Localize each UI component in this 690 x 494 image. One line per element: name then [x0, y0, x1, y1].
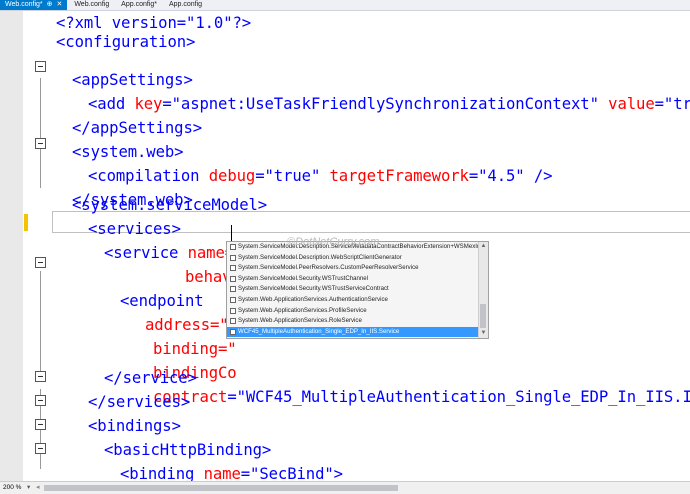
completion-item[interactable]: System.ServiceModel.PeerResolvers.Custom…: [227, 263, 488, 274]
code-line: </system.web>: [72, 188, 193, 212]
punct: =": [162, 95, 181, 113]
current-line-highlight: [52, 211, 690, 233]
completion-label: System.Web.ApplicationServices.Authentic…: [238, 295, 388, 303]
punct: " />: [515, 167, 553, 185]
tag-compilation: <compilation: [88, 167, 209, 185]
completion-item[interactable]: System.ServiceModel.Security.WSTrustChan…: [227, 274, 488, 285]
attr-value-name: value: [608, 95, 655, 113]
fold-guide: [40, 78, 41, 188]
collapse-toggle[interactable]: [35, 443, 46, 454]
tag-appsettings-close: </appSettings>: [72, 119, 203, 137]
collapse-toggle[interactable]: [35, 138, 46, 149]
attr-value: true: [273, 167, 311, 185]
attr-debug: debug: [208, 167, 256, 185]
scroll-left-icon[interactable]: ◂: [36, 482, 40, 494]
completion-item[interactable]: System.Web.ApplicationServices.ProfileSe…: [227, 306, 488, 317]
code-line: <configuration>: [56, 30, 195, 54]
tab-app-config-modified[interactable]: App.config*: [116, 0, 162, 10]
scroll-thumb[interactable]: [480, 304, 486, 328]
code-line: <appSettings>: [72, 68, 193, 92]
completion-label: System.ServiceModel.Security.WSTrustServ…: [238, 285, 389, 293]
tag-configuration: <configuration>: [56, 33, 196, 51]
class-icon: [230, 307, 236, 314]
collapse-toggle[interactable]: [35, 257, 46, 268]
completion-item-selected[interactable]: WCF45_MultipleAuthentication_Single_EDP_…: [227, 326, 488, 338]
punct: ": [589, 95, 609, 113]
pin-icon[interactable]: ⊕: [47, 1, 53, 8]
attr-value: true: [673, 95, 690, 113]
completion-label: System.ServiceModel.PeerResolvers.Custom…: [238, 264, 419, 272]
punct: ": [310, 167, 330, 185]
completion-item[interactable]: System.ServiceModel.Security.WSTrustServ…: [227, 284, 488, 295]
tab-web-config-modified[interactable]: Web.config* ⊕ ✕: [0, 0, 68, 10]
completion-label: System.Web.ApplicationServices.ProfileSe…: [238, 306, 367, 314]
intellisense-completion-list[interactable]: System.ServiceModel.Description.ServiceM…: [226, 241, 489, 339]
collapse-toggle[interactable]: [35, 395, 46, 406]
collapse-toggle[interactable]: [35, 419, 46, 430]
attr-key: key: [134, 95, 163, 113]
class-icon: [230, 254, 236, 261]
code-line: <system.web>: [72, 140, 184, 164]
watermark: ©DotNetCurry.com: [287, 236, 380, 248]
zoom-level[interactable]: 200 %: [3, 482, 21, 494]
collapse-toggle[interactable]: [35, 61, 46, 72]
attr-value: aspnet:UseTaskFriendlySynchronizationCon…: [180, 95, 590, 113]
class-icon: [230, 275, 236, 282]
completion-label: WCF45_MultipleAuthentication_Single_EDP_…: [238, 327, 400, 335]
class-icon: [230, 318, 236, 325]
tab-label: Web.config*: [5, 1, 43, 8]
scroll-up-icon[interactable]: ▲: [480, 243, 487, 250]
class-icon: [230, 286, 236, 293]
editor-bottom-bar: 200 % ▾ ◂: [0, 481, 690, 494]
attr-value: 4.5: [487, 167, 516, 185]
horizontal-scroll-thumb[interactable]: [44, 485, 398, 491]
completion-item[interactable]: System.ServiceModel.Description.WebScrip…: [227, 253, 488, 264]
scroll-down-icon[interactable]: ▼: [480, 330, 487, 337]
tag-system-web-close: </system.web>: [72, 191, 193, 209]
collapse-toggle[interactable]: [35, 371, 46, 382]
tab-web-config[interactable]: Web.config: [69, 0, 114, 10]
code-line: <add key="aspnet:UseTaskFriendlySynchron…: [88, 92, 690, 116]
tag-system-web: <system.web>: [72, 143, 184, 161]
tag-appsettings: <appSettings>: [72, 71, 193, 89]
document-tab-strip: Web.config* ⊕ ✕ Web.config App.config* App…: [0, 0, 690, 11]
change-marker: [24, 214, 28, 231]
punct: =": [255, 167, 274, 185]
close-icon[interactable]: ✕: [57, 1, 63, 8]
attr-target-framework: targetFramework: [329, 167, 469, 185]
class-icon: [230, 328, 236, 335]
completion-item[interactable]: System.Web.ApplicationServices.RoleServi…: [227, 316, 488, 327]
completion-label: System.ServiceModel.Description.WebScrip…: [238, 253, 402, 261]
completion-label: System.Web.ApplicationServices.RoleServi…: [238, 317, 362, 325]
tab-app-config[interactable]: App.config: [164, 0, 207, 10]
fold-guide: [40, 271, 41, 371]
punct: =": [468, 167, 488, 185]
class-icon: [230, 244, 236, 250]
punct: =": [654, 95, 674, 113]
completion-label: System.ServiceModel.Security.WSTrustChan…: [238, 274, 369, 282]
text-caret: [231, 225, 232, 241]
code-line: <compilation debug="true" targetFramewor…: [88, 164, 553, 188]
class-icon: [230, 265, 236, 272]
chevron-down-icon[interactable]: ▾: [27, 482, 30, 494]
tag-add: <add: [88, 95, 135, 113]
completion-item[interactable]: System.Web.ApplicationServices.Authentic…: [227, 295, 488, 306]
code-line: </appSettings>: [72, 116, 202, 140]
class-icon: [230, 296, 236, 303]
completion-scrollbar[interactable]: ▲ ▼: [478, 242, 488, 338]
